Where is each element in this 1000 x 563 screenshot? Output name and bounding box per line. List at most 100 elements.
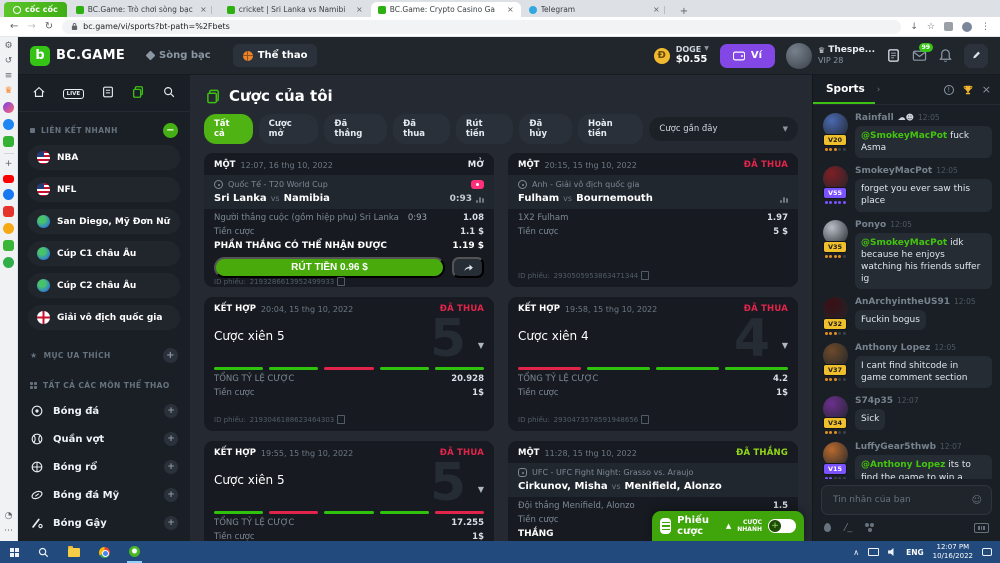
bcgame-logo[interactable]: b BC.GAME xyxy=(30,46,125,66)
nav-sports[interactable]: Thể thao xyxy=(233,44,318,67)
bell-icon[interactable]: ◔ xyxy=(5,512,13,521)
copy-icon[interactable] xyxy=(339,417,345,424)
filter-pill[interactable]: Đã thắng xyxy=(324,114,387,144)
more-icon[interactable]: ⋯ xyxy=(4,527,13,536)
wallet-button[interactable]: Ví xyxy=(720,44,775,68)
nav-casino[interactable]: Sòng bạc xyxy=(137,44,221,67)
chevron-down-icon[interactable]: ▼ xyxy=(782,341,788,350)
expand-icon[interactable]: + xyxy=(164,432,178,446)
chevron-down-icon[interactable]: ▼ xyxy=(478,341,484,350)
betslip-icon[interactable] xyxy=(101,84,115,103)
feed-icon[interactable]: ≡ xyxy=(5,72,13,81)
calendar-icon[interactable] xyxy=(3,206,14,217)
chat-input[interactable] xyxy=(831,494,966,506)
tray-expand-icon[interactable]: ∧ xyxy=(853,548,859,557)
expand-icon[interactable]: + xyxy=(164,488,178,502)
messenger-icon[interactable] xyxy=(3,102,14,113)
stats-icon[interactable] xyxy=(476,195,484,203)
sidebar-sport-item[interactable]: Bóng rổ+ xyxy=(18,453,190,481)
trophy-icon[interactable] xyxy=(962,84,974,96)
chat-rules-icon[interactable]: ! xyxy=(944,85,954,95)
browser-tab[interactable]: cricket | Sri Lanka vs Namibi× xyxy=(220,2,370,17)
stats-icon[interactable] xyxy=(780,195,788,203)
pin-icon[interactable] xyxy=(3,257,14,268)
file-explorer-icon[interactable] xyxy=(66,541,82,563)
reload-button[interactable]: ↻ xyxy=(45,22,53,32)
mention-link[interactable]: @SmokeyMacPot xyxy=(861,238,947,248)
search-icon[interactable] xyxy=(162,84,176,103)
close-icon[interactable]: × xyxy=(982,83,991,96)
expand-icon[interactable]: + xyxy=(164,404,178,418)
copy-icon[interactable] xyxy=(643,417,649,424)
live-icon[interactable]: LIVE xyxy=(63,89,85,99)
sidebar-sport-item[interactable]: Bóng đá+ xyxy=(18,397,190,425)
live-stream-icon[interactable] xyxy=(471,180,484,189)
sidebar-sport-item[interactable]: Quần vợt+ xyxy=(18,425,190,453)
mention-link[interactable]: @SmokeyMacPot xyxy=(861,131,947,141)
commands-icon[interactable]: /_ xyxy=(844,522,852,533)
download-icon[interactable]: ↓ xyxy=(910,22,918,32)
sort-dropdown[interactable]: Cược gần đây▼ xyxy=(649,117,798,141)
betslip-button[interactable]: Phiếu cược ▲ CƯỢC NHANH xyxy=(652,511,804,541)
forward-button[interactable]: → xyxy=(27,22,35,32)
url-field[interactable]: bc.game/vi/sports?bt-path=%2Fbets xyxy=(62,20,901,34)
chevron-down-icon[interactable]: ▼ xyxy=(478,485,484,494)
gift-icon[interactable] xyxy=(3,240,14,251)
chat-tab-sports[interactable]: Sports xyxy=(813,75,875,104)
emoji-icon[interactable]: ☺ xyxy=(972,495,982,506)
profile-icon[interactable] xyxy=(962,22,972,32)
rain-icon[interactable] xyxy=(824,523,831,532)
mail-icon[interactable]: 99 xyxy=(912,48,927,63)
tab-close-icon[interactable]: × xyxy=(653,5,660,14)
chat-icon[interactable] xyxy=(964,44,988,68)
volume-icon[interactable] xyxy=(888,548,897,556)
filter-pill[interactable]: Tất cả xyxy=(204,114,253,144)
facebook-icon[interactable] xyxy=(3,189,14,200)
quick-link-item[interactable]: Giải vô địch quốc gia xyxy=(28,305,180,330)
clock[interactable]: 12:07 PM 10/16/2022 xyxy=(933,543,973,561)
quick-link-item[interactable]: NBA xyxy=(28,145,180,170)
mention-link[interactable]: @Anthony Lopez xyxy=(861,460,945,470)
sidebar-sport-item[interactable]: Bóng đá Mỹ+ xyxy=(18,481,190,509)
network-icon[interactable] xyxy=(868,548,879,556)
collapse-button[interactable]: − xyxy=(163,123,178,138)
browser-tab[interactable]: BC.Game: Crypto Casino Ga× xyxy=(371,2,521,17)
quick-bet-toggle[interactable] xyxy=(768,519,796,533)
start-button[interactable] xyxy=(8,541,21,563)
notification-icon[interactable] xyxy=(982,548,992,556)
gear-icon[interactable]: ⚙ xyxy=(4,42,12,51)
quick-link-item[interactable]: San Diego, Mỹ Đơn Nữ xyxy=(28,209,180,234)
quick-link-item[interactable]: NFL xyxy=(28,177,180,202)
filter-pill[interactable]: Đã hủy xyxy=(519,114,572,144)
tab-close-icon[interactable]: × xyxy=(356,5,363,14)
zalo-icon[interactable] xyxy=(3,119,14,130)
filter-pill[interactable]: Rút tiền xyxy=(456,114,513,144)
games-icon[interactable] xyxy=(3,136,14,147)
receipt-icon[interactable] xyxy=(886,48,901,63)
new-tab-button[interactable]: + xyxy=(674,6,694,17)
youtube-icon[interactable] xyxy=(3,175,14,183)
coccoc-menu-button[interactable]: cốc cốc xyxy=(4,2,67,17)
quick-link-item[interactable]: Cúp C1 châu Âu xyxy=(28,241,180,266)
plus-icon[interactable]: + xyxy=(5,160,13,169)
currency-selector[interactable]: Ð DOGE▼ $0.55 xyxy=(654,45,709,66)
filter-pill[interactable]: Đã thua xyxy=(393,114,450,144)
expand-favorites-button[interactable]: + xyxy=(163,348,178,363)
browser-tab[interactable]: BC.Game: Trò chơi sòng bạc× xyxy=(69,2,219,17)
copy-icon[interactable] xyxy=(339,279,345,286)
chrome-icon[interactable] xyxy=(97,541,112,563)
sidebar-sport-item[interactable]: Bóng Gậy+ xyxy=(18,509,190,537)
filter-pill[interactable]: Hoàn tiền xyxy=(578,114,643,144)
cashout-button[interactable]: RÚT TIỀN 0.96 $ xyxy=(214,257,445,278)
home-icon[interactable] xyxy=(32,84,46,103)
filter-pill[interactable]: Cược mở xyxy=(259,114,319,144)
expand-icon[interactable]: + xyxy=(164,516,178,530)
chat-input-box[interactable]: ☺ xyxy=(821,485,992,515)
copy-icon[interactable] xyxy=(643,273,649,280)
expand-icon[interactable]: + xyxy=(164,460,178,474)
menu-icon[interactable]: ⋮ xyxy=(981,22,990,32)
coccoc-taskbar-icon[interactable] xyxy=(127,541,142,563)
chevron-right-icon[interactable]: › xyxy=(877,85,881,95)
language-indicator[interactable]: ENG xyxy=(906,548,924,557)
bell-icon[interactable] xyxy=(938,48,953,63)
